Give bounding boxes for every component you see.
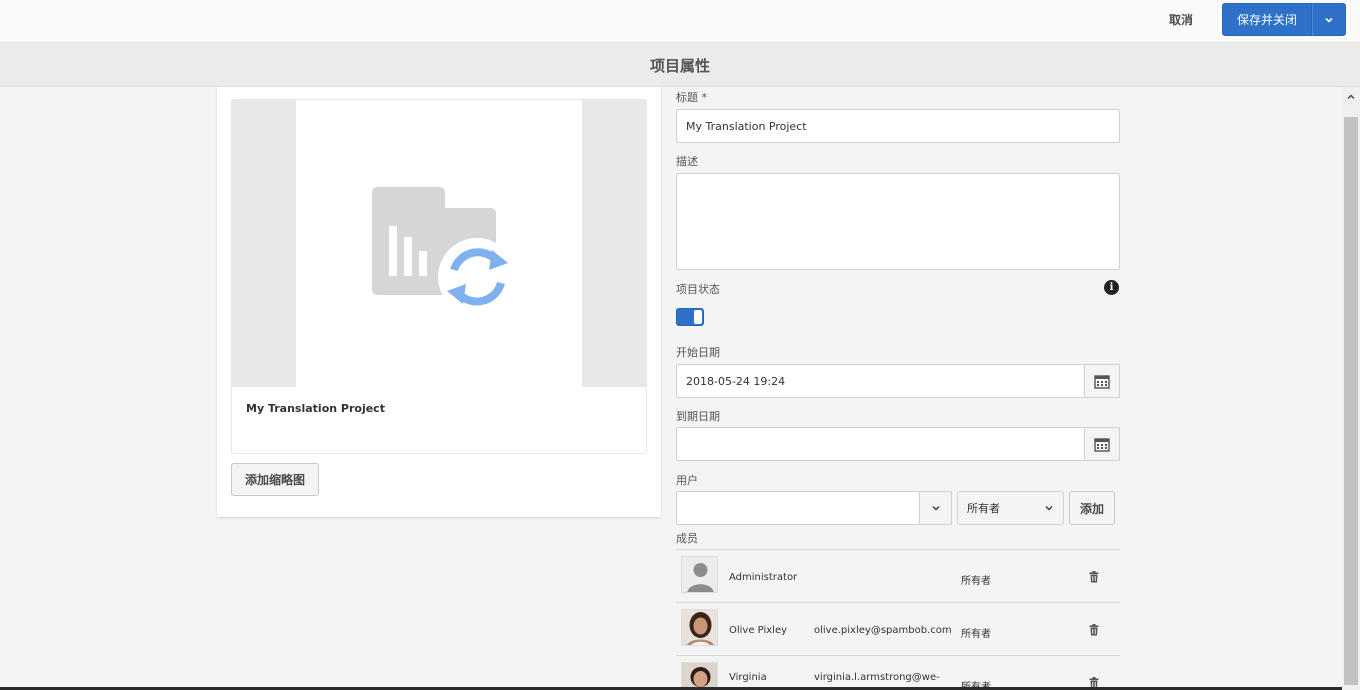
calendar-icon xyxy=(1094,374,1110,389)
user-label: 用户 xyxy=(676,474,698,487)
member-name: Virginia xyxy=(729,672,767,683)
thumbnail-panel: My Translation Project 添加缩略图 xyxy=(217,87,661,517)
avatar-photo xyxy=(681,662,718,690)
member-row: Virginia virginia.l.armstrong@we- 所有者 xyxy=(676,656,1120,690)
member-role: 所有者 xyxy=(961,576,991,587)
scrollbar-thumb[interactable] xyxy=(1344,117,1358,685)
start-date-label: 开始日期 xyxy=(676,346,720,359)
user-dropdown-button[interactable] xyxy=(919,491,952,525)
chevron-down-icon xyxy=(1045,505,1053,511)
member-name: Olive Pixley xyxy=(729,625,788,636)
avatar-photo xyxy=(681,609,718,646)
role-select[interactable]: 所有者 xyxy=(957,491,1064,525)
description-textarea[interactable] xyxy=(676,173,1120,270)
due-date-input[interactable] xyxy=(676,427,1085,461)
trash-icon[interactable] xyxy=(1088,571,1100,583)
project-card-title: My Translation Project xyxy=(246,402,385,415)
translation-project-icon xyxy=(372,187,516,316)
member-name: Administrator xyxy=(729,572,798,583)
title-input[interactable] xyxy=(676,109,1120,143)
save-options-dropdown-button[interactable] xyxy=(1312,3,1346,36)
member-row: Administrator 所有者 xyxy=(676,550,1120,603)
add-thumbnail-button[interactable]: 添加缩略图 xyxy=(231,463,319,496)
vertical-scrollbar[interactable] xyxy=(1342,87,1360,690)
chevron-down-icon xyxy=(931,505,940,511)
add-member-button[interactable]: 添加 xyxy=(1069,491,1115,525)
scroll-up-arrow-icon[interactable] xyxy=(1346,92,1356,102)
avatar-placeholder xyxy=(681,556,718,593)
trash-icon[interactable] xyxy=(1088,624,1100,636)
info-icon[interactable]: i xyxy=(1104,280,1119,295)
title-label: 标题 * xyxy=(676,91,707,104)
role-select-value: 所有者 xyxy=(967,502,1000,515)
user-autocomplete-input[interactable] xyxy=(676,491,920,525)
start-date-input[interactable] xyxy=(676,364,1085,398)
members-label: 成员 xyxy=(676,532,698,545)
member-email: virginia.l.armstrong@we- xyxy=(814,672,940,683)
page-title-bar: 项目属性 xyxy=(0,43,1360,87)
chevron-down-icon xyxy=(1325,17,1333,23)
member-email: olive.pixley@spambob.com xyxy=(814,625,952,636)
member-row: Olive Pixley olive.pixley@spambob.com 所有… xyxy=(676,603,1120,656)
project-thumbnail xyxy=(232,100,646,387)
project-status-label: 项目状态 xyxy=(676,283,720,296)
project-status-toggle[interactable] xyxy=(676,308,704,326)
member-role: 所有者 xyxy=(961,629,991,640)
toggle-knob xyxy=(694,310,702,324)
page-title: 项目属性 xyxy=(649,57,710,75)
member-list: Administrator 所有者 Olive Pixley olive.pix… xyxy=(676,549,1120,690)
top-action-bar: 取消 保存并关闭 xyxy=(0,0,1360,43)
calendar-icon xyxy=(1094,437,1110,452)
start-date-picker-button[interactable] xyxy=(1084,364,1120,398)
due-date-label: 到期日期 xyxy=(676,410,720,423)
cancel-button[interactable]: 取消 xyxy=(1158,10,1204,28)
due-date-picker-button[interactable] xyxy=(1084,427,1120,461)
project-card: My Translation Project xyxy=(231,99,647,454)
save-and-close-button[interactable]: 保存并关闭 xyxy=(1222,3,1312,36)
description-label: 描述 xyxy=(676,155,698,168)
